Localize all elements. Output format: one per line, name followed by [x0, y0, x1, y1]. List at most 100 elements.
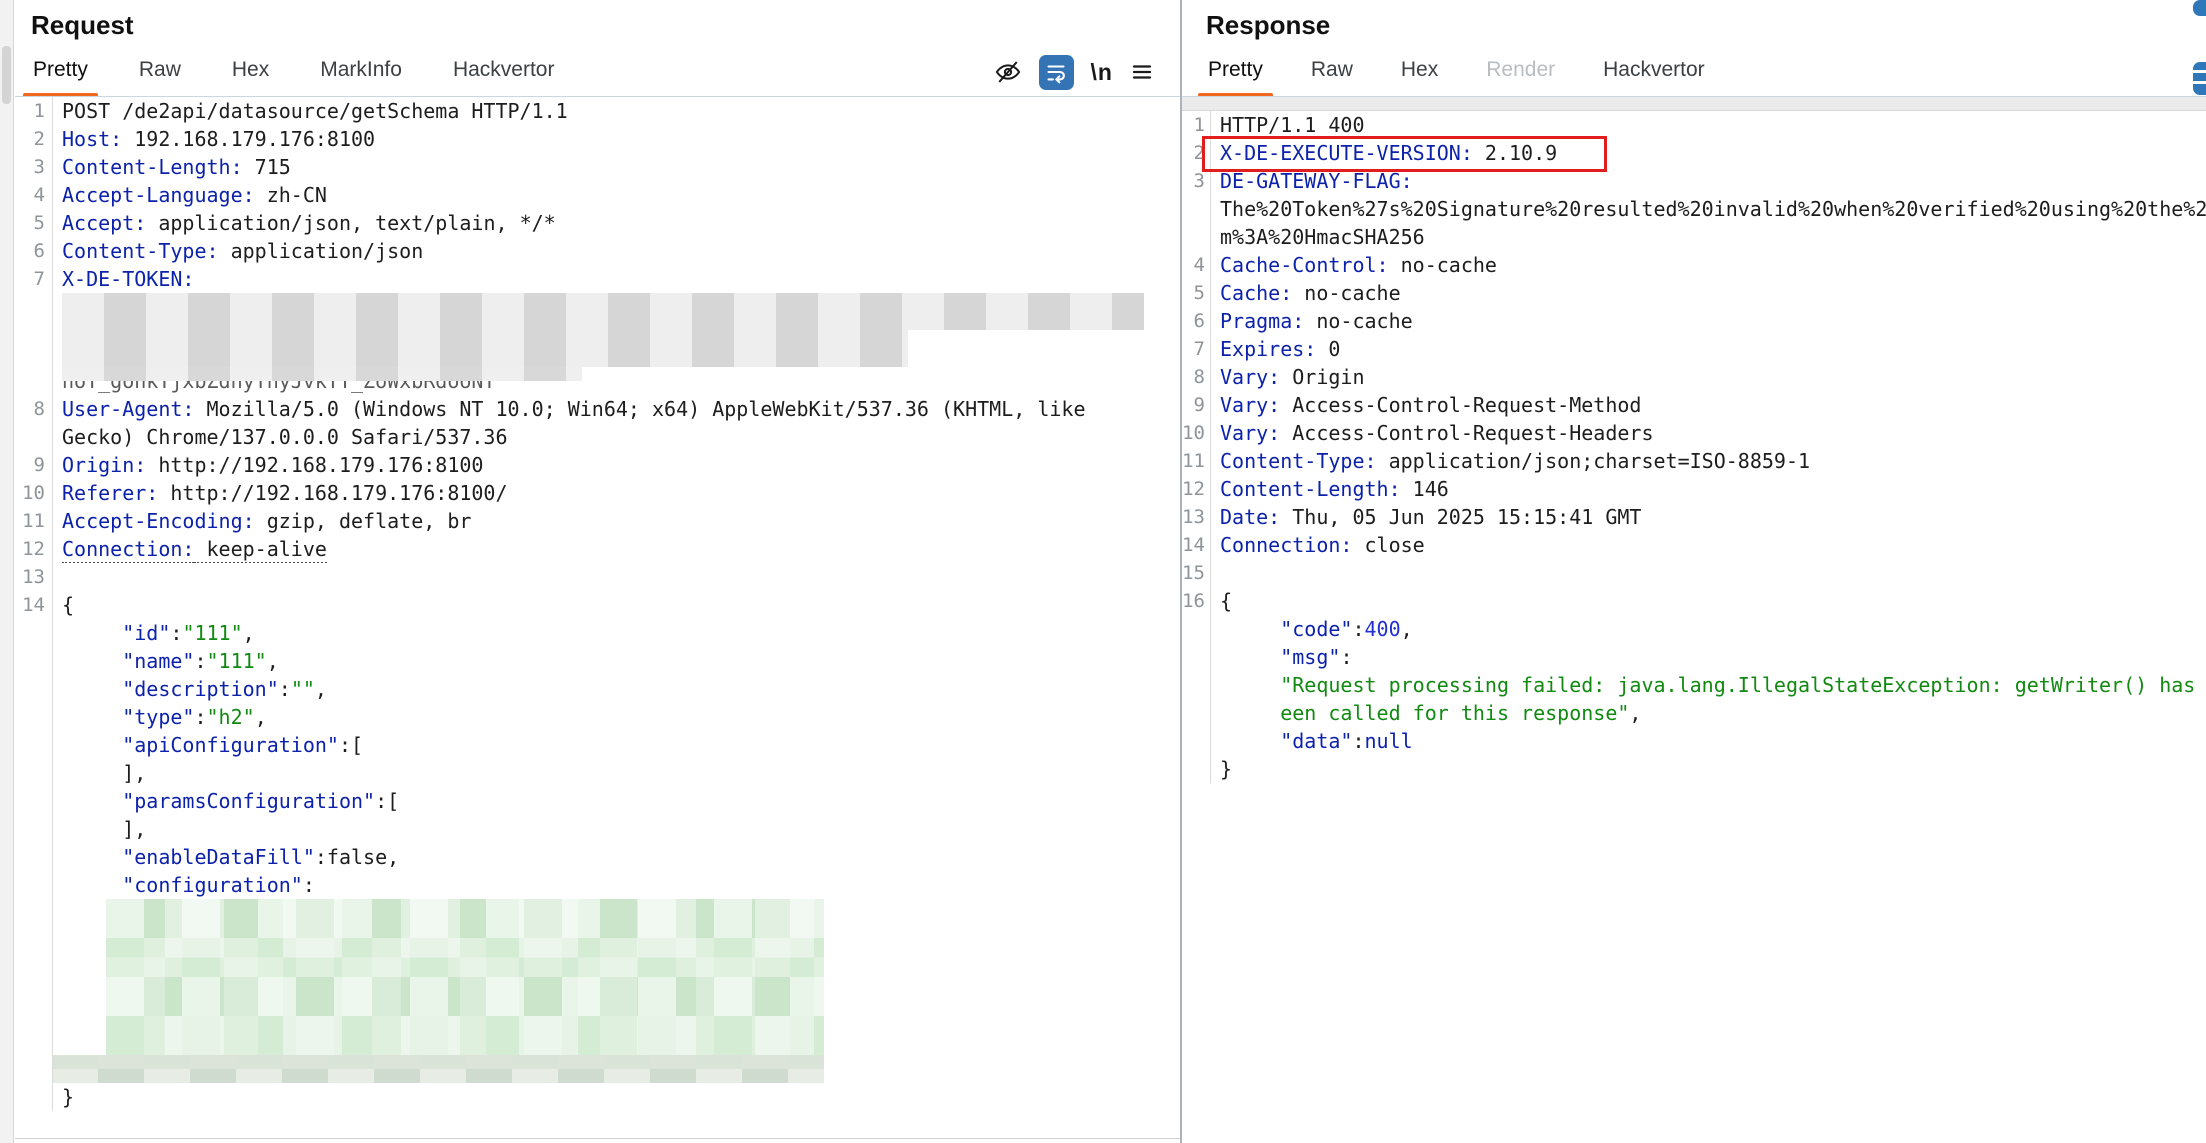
- line-content: User-Agent: Mozilla/5.0 (Windows NT 10.0…: [53, 395, 1180, 423]
- clipped-side-button-icon[interactable]: [2193, 62, 2206, 95]
- code-segment: [1220, 645, 1280, 669]
- code-segment: "111": [207, 649, 267, 673]
- editor-line: 3DE-GATEWAY-FLAG:: [1182, 167, 2206, 195]
- redacted-pixelated-block: [53, 1055, 824, 1083]
- code-segment: }: [62, 1085, 74, 1109]
- line-number: 6: [1182, 307, 1211, 335]
- tab-hackvertor[interactable]: Hackvertor: [451, 58, 557, 97]
- code-segment: X-DE-EXECUTE-VERSION:: [1220, 141, 1473, 165]
- line-number: [15, 619, 53, 647]
- code-segment: Date:: [1220, 505, 1280, 529]
- request-editor[interactable]: 1POST /de2api/datasource/getSchema HTTP/…: [15, 97, 1180, 1139]
- editor-line: "code":400,: [1182, 615, 2206, 643]
- code-segment: http://192.168.179.176:8100/: [158, 481, 507, 505]
- editor-line: 13Date: Thu, 05 Jun 2025 15:15:41 GMT: [1182, 503, 2206, 531]
- scrollbar-thumb[interactable]: [2, 46, 11, 104]
- code-segment: Cache:: [1220, 281, 1292, 305]
- clipped-side-button-icon[interactable]: [2193, 0, 2206, 16]
- line-content: Pragma: no-cache: [1211, 307, 2206, 335]
- line-number: [15, 787, 53, 815]
- response-editor[interactable]: 1HTTP/1.1 4002X-DE-EXECUTE-VERSION: 2.10…: [1182, 97, 2206, 1143]
- line-number: 2: [1182, 139, 1211, 167]
- editor-line: [15, 330, 1180, 367]
- line-content: Content-Type: application/json;charset=I…: [1211, 447, 2206, 475]
- tab-markinfo[interactable]: MarkInfo: [318, 58, 404, 97]
- word-wrap-toggle-icon[interactable]: [1039, 55, 1074, 90]
- tab-raw[interactable]: Raw: [1309, 58, 1355, 97]
- line-number: 8: [1182, 363, 1211, 391]
- tab-hex[interactable]: Hex: [230, 58, 271, 97]
- code-segment: 146: [1401, 477, 1449, 501]
- line-content: "Request processing failed: java.lang.Il…: [1211, 671, 2206, 699]
- line-content: DE-GATEWAY-FLAG:: [1211, 167, 2206, 195]
- code-segment: "description": [122, 677, 279, 701]
- request-tab-bar: Pretty Raw Hex MarkInfo Hackvertor: [31, 44, 556, 97]
- editor-line: 9Vary: Access-Control-Request-Method: [1182, 391, 2206, 419]
- code-segment: "code": [1280, 617, 1352, 641]
- editor-top-scroll-strip[interactable]: [1182, 97, 2206, 111]
- newline-chars-toggle[interactable]: \n: [1091, 59, 1113, 86]
- tab-hackvertor[interactable]: Hackvertor: [1601, 58, 1707, 97]
- line-content: "configuration":: [53, 871, 1180, 899]
- line-content: {: [53, 591, 1180, 619]
- editor-line: noT_gonkTjxbZdnyTnyJvkTT_ZoWxbRdooNT: [15, 367, 1180, 395]
- line-number: 7: [15, 265, 53, 293]
- code-segment: ],: [62, 761, 146, 785]
- tab-pretty[interactable]: Pretty: [31, 58, 90, 97]
- line-number: 12: [1182, 475, 1211, 503]
- line-content: "data":null: [1211, 727, 2206, 755]
- code-segment: Content-Type:: [1220, 449, 1377, 473]
- redacted-pixelated-block: [62, 367, 582, 381]
- tab-raw[interactable]: Raw: [137, 58, 183, 97]
- line-content: "apiConfiguration":[: [53, 731, 1180, 759]
- code-segment: X-DE-TOKEN:: [62, 267, 194, 291]
- editor-line: [15, 899, 1180, 1055]
- line-content: Connection: close: [1211, 531, 2206, 559]
- line-number: 12: [15, 535, 53, 563]
- code-segment: [62, 705, 122, 729]
- line-content: noT_gonkTjxbZdnyTnyJvkTT_ZoWxbRdooNT: [53, 367, 1180, 395]
- code-segment: :: [170, 621, 182, 645]
- code-segment: :: [194, 705, 206, 729]
- editor-line: 7 X-DE-TOKEN:: [15, 265, 1180, 293]
- tab-render: Render: [1484, 58, 1557, 97]
- editor-menu-icon[interactable]: [1130, 60, 1154, 84]
- code-segment: [1220, 617, 1280, 641]
- code-segment: [1220, 729, 1280, 753]
- line-number: 8: [15, 395, 53, 423]
- code-segment: [62, 649, 122, 673]
- code-segment: {: [62, 593, 74, 617]
- code-segment: m%3A%20HmacSHA256: [1220, 225, 1425, 249]
- code-segment: null: [1365, 729, 1413, 753]
- code-segment: "enableDataFill": [122, 845, 315, 869]
- code-segment: DE-GATEWAY-FLAG:: [1220, 169, 1413, 193]
- editor-line: 11Accept-Encoding: gzip, deflate, br: [15, 507, 1180, 535]
- tab-pretty[interactable]: Pretty: [1206, 58, 1265, 97]
- code-segment: Access-Control-Request-Method: [1280, 393, 1641, 417]
- line-content: ],: [53, 759, 1180, 787]
- tab-hex[interactable]: Hex: [1399, 58, 1440, 97]
- code-segment: "111": [182, 621, 242, 645]
- editor-line: }: [15, 1083, 1180, 1111]
- editor-line: "paramsConfiguration":[: [15, 787, 1180, 815]
- redacted-pixelated-block: [62, 330, 908, 367]
- line-content: }: [1211, 755, 2206, 783]
- editor-line: [15, 293, 1180, 330]
- code-segment: Content-Type:: [62, 239, 219, 263]
- code-segment: application/json;charset=ISO-8859-1: [1377, 449, 1810, 473]
- burp-message-viewer: { "request": { "title": "Request", "tabs…: [0, 0, 2206, 1143]
- editor-line: "type":"h2",: [15, 703, 1180, 731]
- line-number: [1182, 755, 1211, 783]
- line-content: Accept: application/json, text/plain, */…: [53, 209, 1180, 237]
- editor-line: 13: [15, 563, 1180, 591]
- hide-nonprintable-eye-icon[interactable]: [994, 58, 1022, 86]
- code-segment: 715: [243, 155, 291, 179]
- code-segment: "id": [122, 621, 170, 645]
- line-content: "paramsConfiguration":[: [53, 787, 1180, 815]
- line-number: 14: [15, 591, 53, 619]
- line-content: Accept-Language: zh-CN: [53, 181, 1180, 209]
- line-number: 5: [1182, 279, 1211, 307]
- line-number: 3: [15, 153, 53, 181]
- line-number: [15, 843, 53, 871]
- editor-line: 11Content-Type: application/json;charset…: [1182, 447, 2206, 475]
